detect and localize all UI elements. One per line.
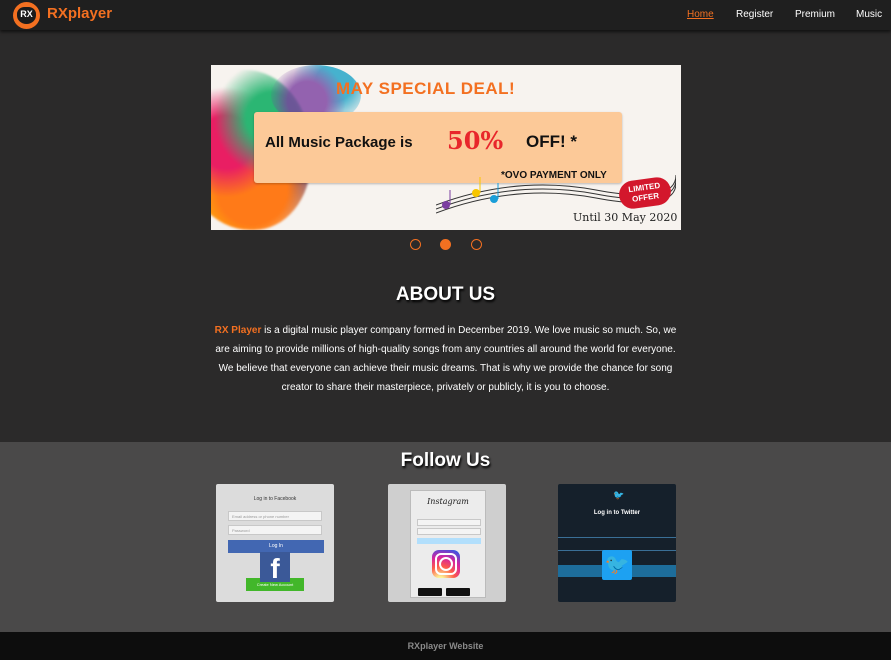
deal-note: *OVO PAYMENT ONLY (501, 170, 607, 181)
brand-name[interactable]: RXplayer (47, 5, 112, 22)
logo-icon[interactable]: RX (13, 2, 40, 29)
carousel-dot-3[interactable] (471, 239, 482, 250)
nav-premium[interactable]: Premium (795, 9, 835, 20)
about-highlight: RX Player (214, 325, 262, 336)
facebook-icon[interactable]: f (260, 552, 290, 584)
google-play-badge (446, 588, 470, 596)
nav-register[interactable]: Register (736, 9, 773, 20)
carousel-dot-1[interactable] (410, 239, 421, 250)
twitter-bird-icon: 🐦 (613, 490, 625, 500)
promo-banner[interactable]: MAY SPECIAL DEAL! All Music Package is 5… (211, 65, 681, 230)
twitter-card[interactable]: 🐦 Log in to Twitter 🐦 (558, 484, 676, 602)
about-text: RX Player is a digital music player comp… (208, 321, 683, 397)
facebook-password-field: Password (228, 525, 322, 535)
deal-offer-percent: 50% (447, 126, 504, 155)
logo-text: RX (20, 9, 33, 19)
navbar: RX RXplayer Home Register Premium Music (0, 0, 891, 30)
deal-until: Until 30 May 2020 (573, 211, 678, 224)
nav-music[interactable]: Music (856, 9, 882, 20)
footer-text: RXplayer Website (407, 641, 484, 651)
instagram-icon[interactable] (432, 550, 460, 578)
deal-offer-suffix: OFF! * (526, 132, 577, 151)
nav-home[interactable]: Home (687, 9, 714, 20)
facebook-card[interactable]: Log in to Facebook Email address or phon… (216, 484, 334, 602)
deal-offer-prefix: All Music Package is (265, 134, 413, 151)
twitter-icon[interactable]: 🐦 (602, 550, 632, 580)
footer: RXplayer Website (0, 632, 891, 660)
follow-section: Follow Us Log in to Facebook Email addre… (0, 442, 891, 632)
twitter-heading: Log in to Twitter (593, 510, 641, 516)
deal-headline: MAY SPECIAL DEAL! (336, 79, 516, 98)
about-title: ABOUT US (395, 284, 496, 305)
instagram-card[interactable]: Instagram (388, 484, 506, 602)
about-body: is a digital music player company formed… (215, 325, 677, 393)
follow-title: Follow Us (400, 450, 491, 471)
instagram-heading: Instagram (427, 497, 469, 506)
app-store-badge (418, 588, 442, 596)
facebook-email-field: Email address or phone number (228, 511, 322, 521)
facebook-heading: Log in to Facebook (253, 496, 297, 502)
carousel-dot-2[interactable] (440, 239, 451, 250)
